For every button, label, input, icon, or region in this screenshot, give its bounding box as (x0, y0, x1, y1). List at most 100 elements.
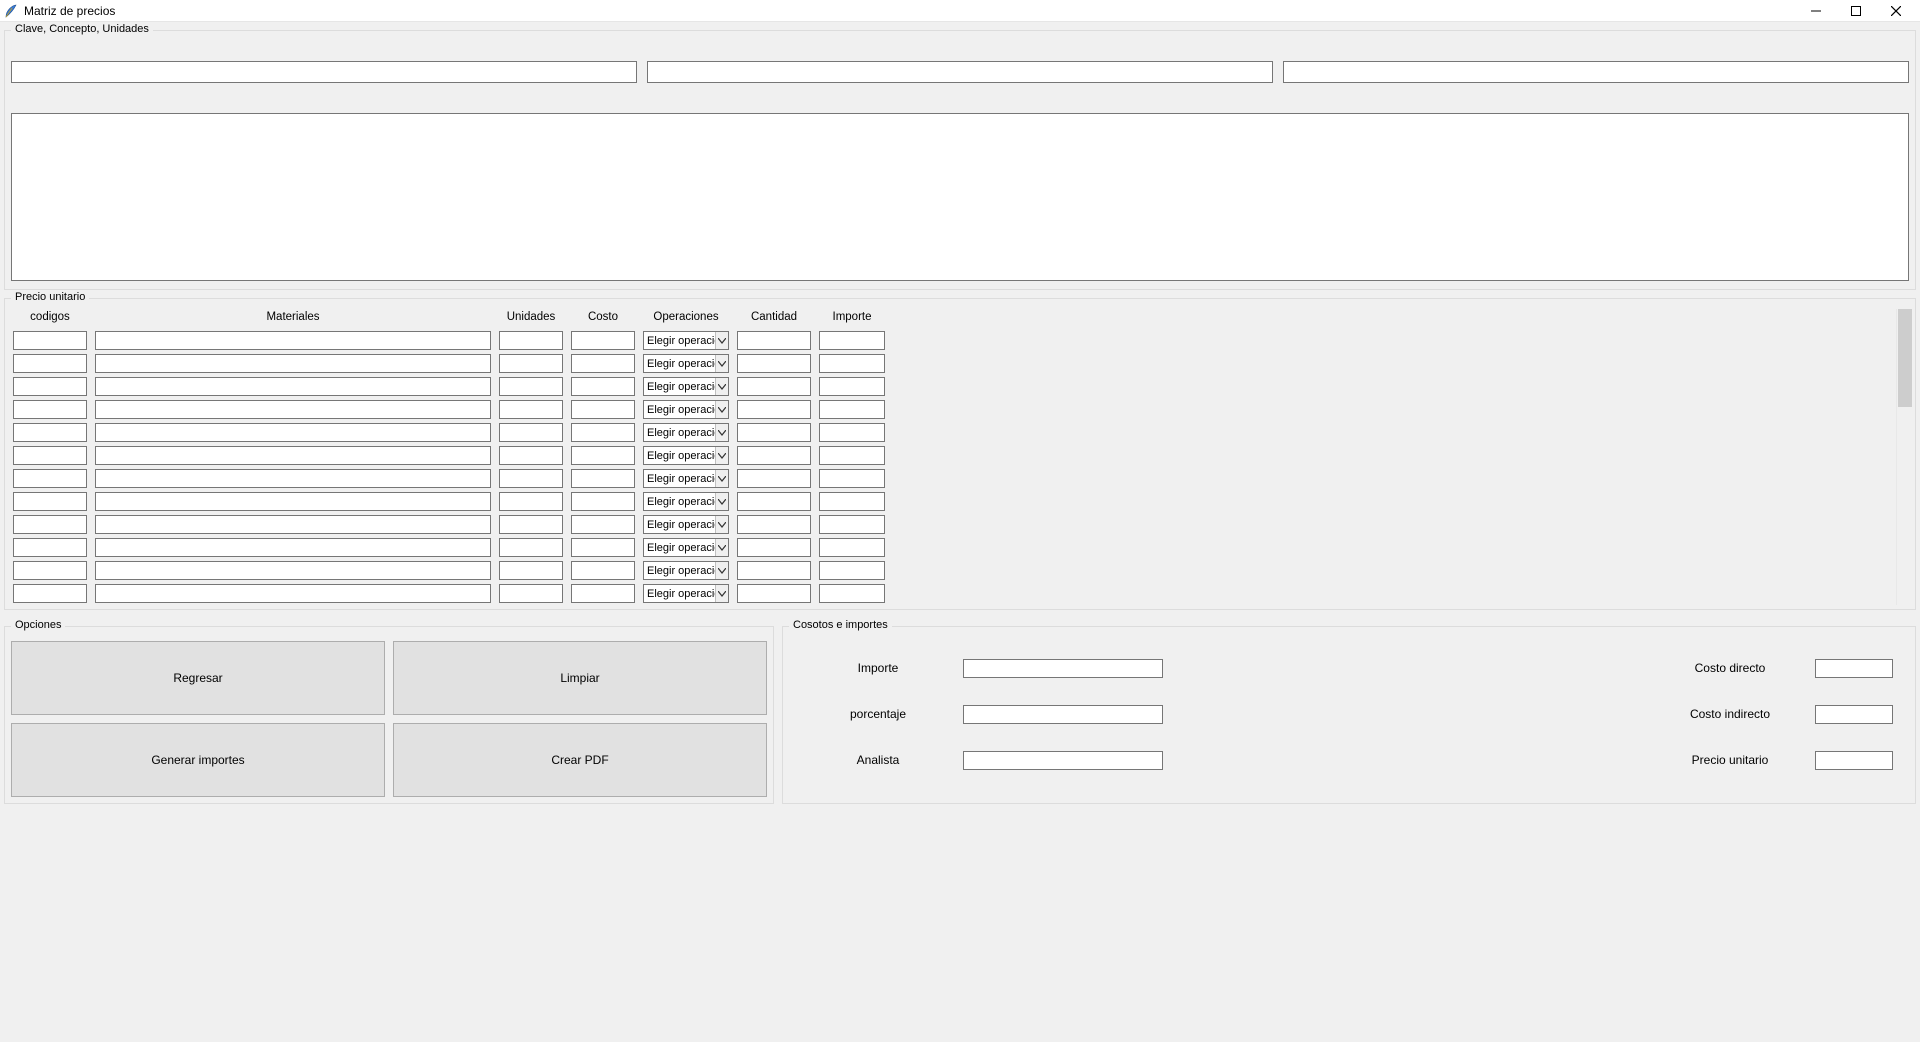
material-input[interactable] (95, 492, 491, 511)
cantidad-input[interactable] (737, 492, 811, 511)
chevron-down-icon[interactable] (715, 447, 728, 464)
operacion-combobox[interactable]: Elegir operación (643, 492, 729, 511)
costo-input[interactable] (571, 515, 635, 534)
material-input[interactable] (95, 561, 491, 580)
unidad-input[interactable] (499, 469, 563, 488)
importe-row-input[interactable] (819, 584, 885, 603)
material-input[interactable] (95, 354, 491, 373)
importe-row-input[interactable] (819, 354, 885, 373)
operacion-combobox[interactable]: Elegir operación (643, 561, 729, 580)
codigo-input[interactable] (13, 446, 87, 465)
costo-input[interactable] (571, 377, 635, 396)
importe-row-input[interactable] (819, 446, 885, 465)
unidad-input[interactable] (499, 492, 563, 511)
cantidad-input[interactable] (737, 538, 811, 557)
cantidad-input[interactable] (737, 400, 811, 419)
operacion-combobox[interactable]: Elegir operación (643, 515, 729, 534)
chevron-down-icon[interactable] (715, 355, 728, 372)
cantidad-input[interactable] (737, 584, 811, 603)
chevron-down-icon[interactable] (715, 539, 728, 556)
close-button[interactable] (1876, 0, 1916, 22)
operacion-combobox[interactable]: Elegir operación (643, 423, 729, 442)
cantidad-input[interactable] (737, 377, 811, 396)
unidad-input[interactable] (499, 515, 563, 534)
clave-input[interactable] (11, 61, 637, 83)
costo-input[interactable] (571, 469, 635, 488)
costo-directo-input[interactable] (1815, 659, 1893, 678)
cantidad-input[interactable] (737, 331, 811, 350)
chevron-down-icon[interactable] (715, 516, 728, 533)
costo-input[interactable] (571, 584, 635, 603)
unidad-input[interactable] (499, 331, 563, 350)
cantidad-input[interactable] (737, 561, 811, 580)
importe-row-input[interactable] (819, 515, 885, 534)
maximize-button[interactable] (1836, 0, 1876, 22)
crear-pdf-button[interactable]: Crear PDF (393, 723, 767, 797)
importe-row-input[interactable] (819, 538, 885, 557)
cantidad-input[interactable] (737, 469, 811, 488)
unidad-input[interactable] (499, 561, 563, 580)
analista-input[interactable] (963, 751, 1163, 770)
operacion-combobox[interactable]: Elegir operación (643, 469, 729, 488)
codigo-input[interactable] (13, 469, 87, 488)
operacion-combobox[interactable]: Elegir operación (643, 377, 729, 396)
codigo-input[interactable] (13, 423, 87, 442)
codigo-input[interactable] (13, 538, 87, 557)
codigo-input[interactable] (13, 377, 87, 396)
codigo-input[interactable] (13, 515, 87, 534)
importe-row-input[interactable] (819, 331, 885, 350)
cantidad-input[interactable] (737, 354, 811, 373)
unidad-input[interactable] (499, 423, 563, 442)
material-input[interactable] (95, 469, 491, 488)
unidad-input[interactable] (499, 584, 563, 603)
material-input[interactable] (95, 423, 491, 442)
unidad-input[interactable] (499, 400, 563, 419)
costo-input[interactable] (571, 331, 635, 350)
costo-input[interactable] (571, 492, 635, 511)
costo-input[interactable] (571, 538, 635, 557)
limpiar-button[interactable]: Limpiar (393, 641, 767, 715)
chevron-down-icon[interactable] (715, 493, 728, 510)
chevron-down-icon[interactable] (715, 424, 728, 441)
material-input[interactable] (95, 515, 491, 534)
material-input[interactable] (95, 584, 491, 603)
codigo-input[interactable] (13, 354, 87, 373)
importe-row-input[interactable] (819, 423, 885, 442)
costo-indirecto-input[interactable] (1815, 705, 1893, 724)
porcentaje-input[interactable] (963, 705, 1163, 724)
cantidad-input[interactable] (737, 515, 811, 534)
unidad-input[interactable] (499, 354, 563, 373)
codigo-input[interactable] (13, 400, 87, 419)
chevron-down-icon[interactable] (715, 378, 728, 395)
unidad-input[interactable] (499, 377, 563, 396)
operacion-combobox[interactable]: Elegir operación (643, 331, 729, 350)
material-input[interactable] (95, 400, 491, 419)
descripcion-textarea[interactable] (11, 113, 1909, 281)
operacion-combobox[interactable]: Elegir operación (643, 354, 729, 373)
chevron-down-icon[interactable] (715, 401, 728, 418)
codigo-input[interactable] (13, 561, 87, 580)
operacion-combobox[interactable]: Elegir operación (643, 584, 729, 603)
importe-row-input[interactable] (819, 469, 885, 488)
material-input[interactable] (95, 377, 491, 396)
importe-row-input[interactable] (819, 561, 885, 580)
codigo-input[interactable] (13, 331, 87, 350)
unidades-input[interactable] (1283, 61, 1909, 83)
costo-input[interactable] (571, 561, 635, 580)
concepto-input[interactable] (647, 61, 1273, 83)
chevron-down-icon[interactable] (715, 332, 728, 349)
material-input[interactable] (95, 331, 491, 350)
importe-input[interactable] (963, 659, 1163, 678)
cantidad-input[interactable] (737, 446, 811, 465)
chevron-down-icon[interactable] (715, 470, 728, 487)
operacion-combobox[interactable]: Elegir operación (643, 538, 729, 557)
minimize-button[interactable] (1796, 0, 1836, 22)
regresar-button[interactable]: Regresar (11, 641, 385, 715)
operacion-combobox[interactable]: Elegir operación (643, 400, 729, 419)
costo-input[interactable] (571, 423, 635, 442)
material-input[interactable] (95, 446, 491, 465)
unidad-input[interactable] (499, 446, 563, 465)
operacion-combobox[interactable]: Elegir operación (643, 446, 729, 465)
costo-input[interactable] (571, 400, 635, 419)
importe-row-input[interactable] (819, 492, 885, 511)
